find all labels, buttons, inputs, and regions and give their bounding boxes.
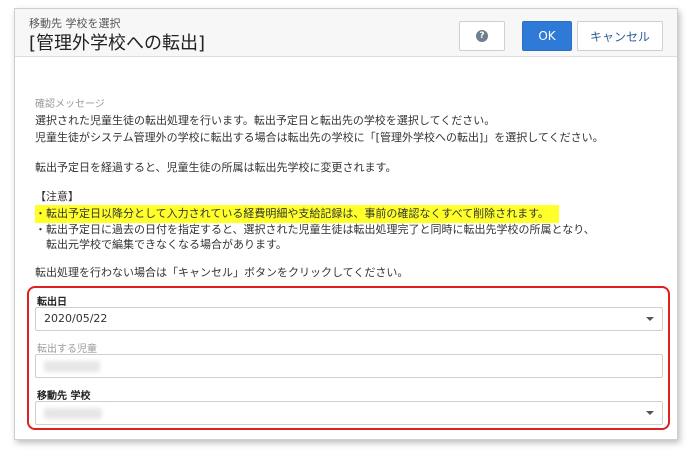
note-3: 転出元学校で編集できなくなる場合があります。 [35, 238, 287, 251]
destination-school-label: 移動先 学校 [37, 391, 91, 402]
chevron-down-icon [646, 317, 654, 321]
dialog-title: [管理外学校への転出] [29, 33, 206, 54]
note-heading: 【注意】 [35, 190, 79, 203]
note-1-row: ・転出予定日以降分として入力されている経費明細や支給記録は、事前の確認なくすべて… [35, 205, 665, 223]
dialog-header: 移動先 学校を選択 [管理外学校への転出] ? OK キャンセル [15, 9, 677, 57]
destination-school-select[interactable] [35, 401, 663, 425]
cancel-button[interactable]: キャンセル [577, 21, 663, 51]
transfer-date-select[interactable]: 2020/05/22 [35, 307, 663, 331]
help-icon: ? [476, 30, 488, 42]
help-button[interactable]: ? [459, 21, 505, 51]
redacted-student-name [44, 361, 100, 372]
note-2: ・転出予定日に過去の日付を指定すると、選択された児童生徒は転出処理完了と同時に転… [35, 223, 595, 236]
transfer-date-label: 転出日 [37, 297, 67, 308]
student-label: 転出する児童 [37, 344, 97, 355]
redacted-school-name [44, 408, 102, 419]
message-line-3: 転出予定日を経過すると、児童生徒の所属は転出先学校に変更されます。 [35, 161, 397, 174]
message-line-2: 児童生徒がシステム管理外の学校に転出する場合は転出先の学校に「[管理外学校への転… [35, 131, 604, 144]
transfer-date-value: 2020/05/22 [44, 312, 108, 325]
note-1-highlighted: ・転出予定日以降分として入力されている経費明細や支給記録は、事前の確認なくすべて… [35, 205, 560, 223]
student-field [35, 354, 663, 378]
message-line-4: 転出処理を行わない場合は「キャンセル」ボタンをクリックしてください。 [35, 266, 409, 279]
transfer-dialog: 移動先 学校を選択 [管理外学校への転出] ? OK キャンセル 確認メッセージ… [14, 8, 678, 440]
message-caption: 確認メッセージ [35, 99, 105, 110]
message-line-1: 選択された児童生徒の転出処理を行います。転出予定日と転出先の学校を選択してくださ… [35, 114, 496, 127]
chevron-down-icon [646, 411, 654, 415]
ok-button[interactable]: OK [522, 21, 572, 51]
